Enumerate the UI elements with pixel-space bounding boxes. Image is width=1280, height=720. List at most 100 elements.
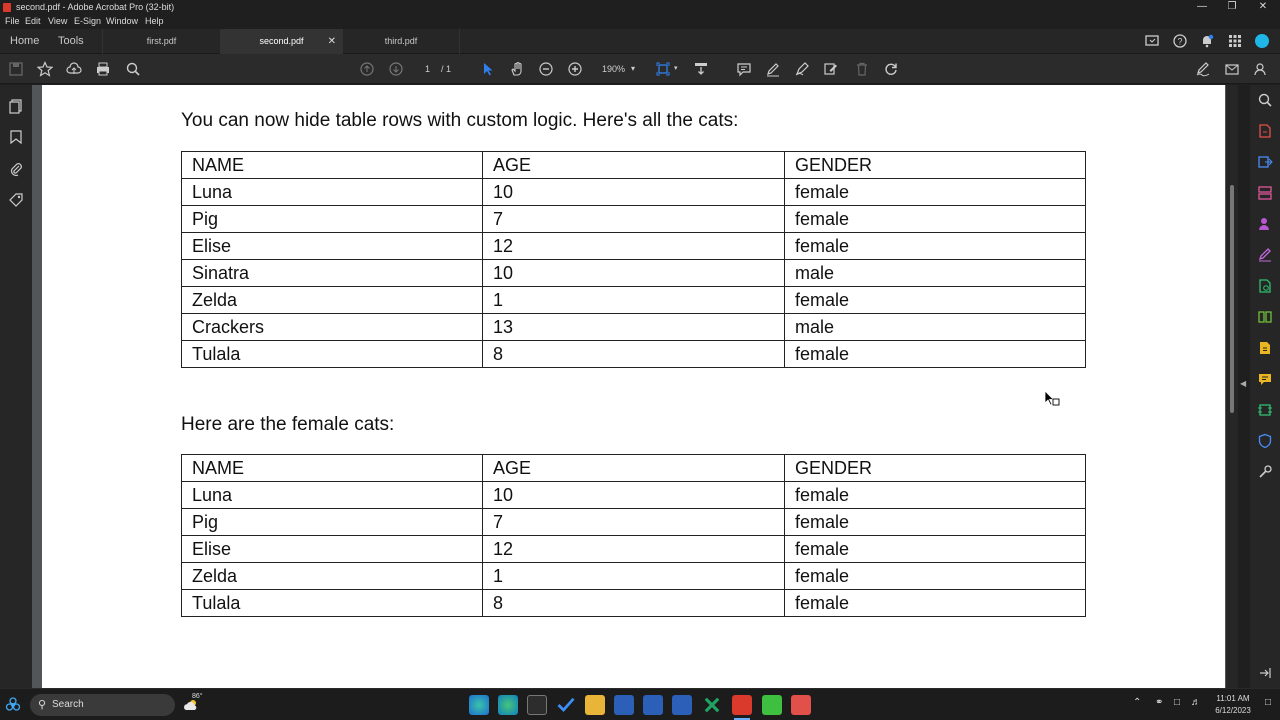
tab-home[interactable]: Home	[10, 29, 39, 54]
doc-tab-label: third.pdf	[384, 36, 418, 46]
zoom-dropdown-chevron-icon[interactable]: ▾	[631, 54, 635, 84]
previous-page-icon[interactable]	[357, 59, 377, 79]
combine-files-icon[interactable]	[1255, 338, 1275, 358]
table-row: Elise 12 female	[181, 535, 1086, 563]
edge-browser-icon[interactable]	[469, 695, 489, 715]
zoom-in-icon[interactable]	[565, 59, 585, 79]
user-avatar[interactable]	[1252, 31, 1272, 51]
zoom-out-icon[interactable]	[536, 59, 556, 79]
cell-gender: female	[784, 535, 1086, 563]
comment-icon[interactable]	[734, 59, 754, 79]
file-explorer-icon[interactable]	[585, 695, 605, 715]
minimize-button[interactable]: —	[1187, 0, 1217, 14]
attachments-paperclip-icon[interactable]	[6, 159, 26, 179]
cell-age: 13	[482, 313, 785, 341]
menu-edit[interactable]: Edit	[25, 14, 41, 29]
page-thumbnails-icon[interactable]	[6, 96, 26, 116]
share-user-icon[interactable]	[1251, 59, 1271, 79]
organize-pages-icon[interactable]	[1255, 307, 1275, 327]
bookmark-star-icon[interactable]	[35, 59, 55, 79]
delete-trash-icon[interactable]	[852, 59, 872, 79]
save-icon[interactable]	[6, 59, 26, 79]
select-pointer-icon[interactable]	[478, 59, 498, 79]
compress-pdf-icon[interactable]	[1255, 400, 1275, 420]
request-signature-icon[interactable]	[1255, 214, 1275, 234]
excel-icon[interactable]	[702, 695, 722, 715]
todo-check-icon[interactable]	[556, 695, 576, 715]
network-icon[interactable]: □	[1174, 697, 1180, 708]
comment-tool-icon[interactable]	[1255, 369, 1275, 389]
table-row: Elise 12 female	[181, 232, 1086, 260]
acrobat-taskbar-icon[interactable]	[732, 695, 752, 715]
notification-center-icon[interactable]: □	[1265, 697, 1271, 708]
menu-help[interactable]: Help	[145, 14, 164, 29]
tray-chevron-up-icon[interactable]: ⌃	[1133, 697, 1141, 708]
expand-pane-icon[interactable]	[1255, 663, 1275, 683]
cell-age: 10	[482, 259, 785, 287]
tab-tools[interactable]: Tools	[58, 29, 84, 54]
doc-tab-label: first.pdf	[146, 36, 177, 46]
menu-esign[interactable]: E-Sign	[74, 14, 101, 29]
zoom-search-icon[interactable]	[123, 59, 143, 79]
scan-ocr-icon[interactable]	[1255, 276, 1275, 296]
vertical-scrollbar[interactable]	[1226, 85, 1238, 688]
cell-name: Tulala	[181, 340, 483, 368]
edge-dev-icon[interactable]	[498, 695, 518, 715]
clock-date[interactable]: 6/12/2023	[1208, 706, 1258, 715]
cell-age: 8	[482, 589, 785, 617]
fit-dropdown-chevron-icon[interactable]: ▾	[674, 54, 678, 84]
clock-time[interactable]: 11:01 AM	[1208, 694, 1258, 703]
zoom-level-select[interactable]: 190%	[602, 54, 625, 84]
close-tab-icon[interactable]: ✕	[328, 29, 336, 54]
menu-window[interactable]: Window	[106, 14, 138, 29]
more-tools-icon[interactable]	[1255, 462, 1275, 482]
protect-shield-icon[interactable]	[1255, 431, 1275, 451]
doc-tab-first[interactable]: first.pdf	[102, 29, 220, 54]
fill-and-sign-icon[interactable]	[1255, 245, 1275, 265]
word-icon[interactable]	[614, 695, 634, 715]
volume-icon[interactable]: ♬	[1191, 697, 1201, 708]
email-icon[interactable]	[1222, 59, 1242, 79]
doc-tab-second[interactable]: second.pdf ✕	[220, 29, 342, 54]
close-window-button[interactable]: ✕	[1248, 0, 1278, 14]
menu-file[interactable]: File	[5, 14, 20, 29]
upload-cloud-icon[interactable]	[64, 59, 84, 79]
edit-pdf-icon[interactable]	[1255, 183, 1275, 203]
collapse-right-pane-icon[interactable]: ◀	[1240, 379, 1246, 388]
scroll-mode-icon[interactable]	[691, 59, 711, 79]
create-pdf-icon[interactable]	[1255, 152, 1275, 172]
notifications-bell-icon[interactable]	[1197, 31, 1217, 51]
tags-icon[interactable]	[6, 190, 26, 210]
menu-view[interactable]: View	[48, 14, 67, 29]
taskbar-search-box[interactable]: ⚲ Search	[30, 694, 175, 716]
rotate-icon[interactable]	[881, 59, 901, 79]
apps-grid-icon[interactable]	[1225, 31, 1245, 51]
search-icon[interactable]	[1255, 90, 1275, 110]
camtasia-red-icon[interactable]	[791, 695, 811, 715]
camtasia-green-icon[interactable]	[762, 695, 782, 715]
microphone-icon[interactable]: ⚭	[1155, 697, 1163, 708]
next-page-icon[interactable]	[386, 59, 406, 79]
word-icon-3[interactable]	[672, 695, 692, 715]
edit-stamp-icon[interactable]	[821, 59, 841, 79]
export-pdf-icon[interactable]	[1255, 121, 1275, 141]
fill-sign-icon[interactable]	[1193, 59, 1213, 79]
fit-page-icon[interactable]	[653, 59, 673, 79]
terminal-icon[interactable]	[527, 695, 547, 715]
doc-tab-third[interactable]: third.pdf	[342, 29, 460, 54]
share-screen-icon[interactable]	[1142, 31, 1162, 51]
word-icon-2[interactable]	[643, 695, 663, 715]
table-row: Tulala 8 female	[181, 340, 1086, 368]
start-biohazard-icon[interactable]	[3, 695, 23, 715]
table-row: Luna 10 female	[181, 178, 1086, 206]
maximize-button[interactable]: ❐	[1217, 0, 1247, 14]
hand-tool-icon[interactable]	[507, 59, 527, 79]
page-number-input[interactable]: 1	[425, 54, 430, 84]
highlight-pen-icon[interactable]	[763, 59, 783, 79]
draw-tool-icon[interactable]	[792, 59, 812, 79]
document-viewport[interactable]: You can now hide table rows with custom …	[32, 85, 1238, 688]
print-icon[interactable]	[93, 59, 113, 79]
bookmarks-icon[interactable]	[6, 127, 26, 147]
scrollbar-thumb[interactable]	[1230, 185, 1234, 413]
help-icon[interactable]: ?	[1170, 31, 1190, 51]
